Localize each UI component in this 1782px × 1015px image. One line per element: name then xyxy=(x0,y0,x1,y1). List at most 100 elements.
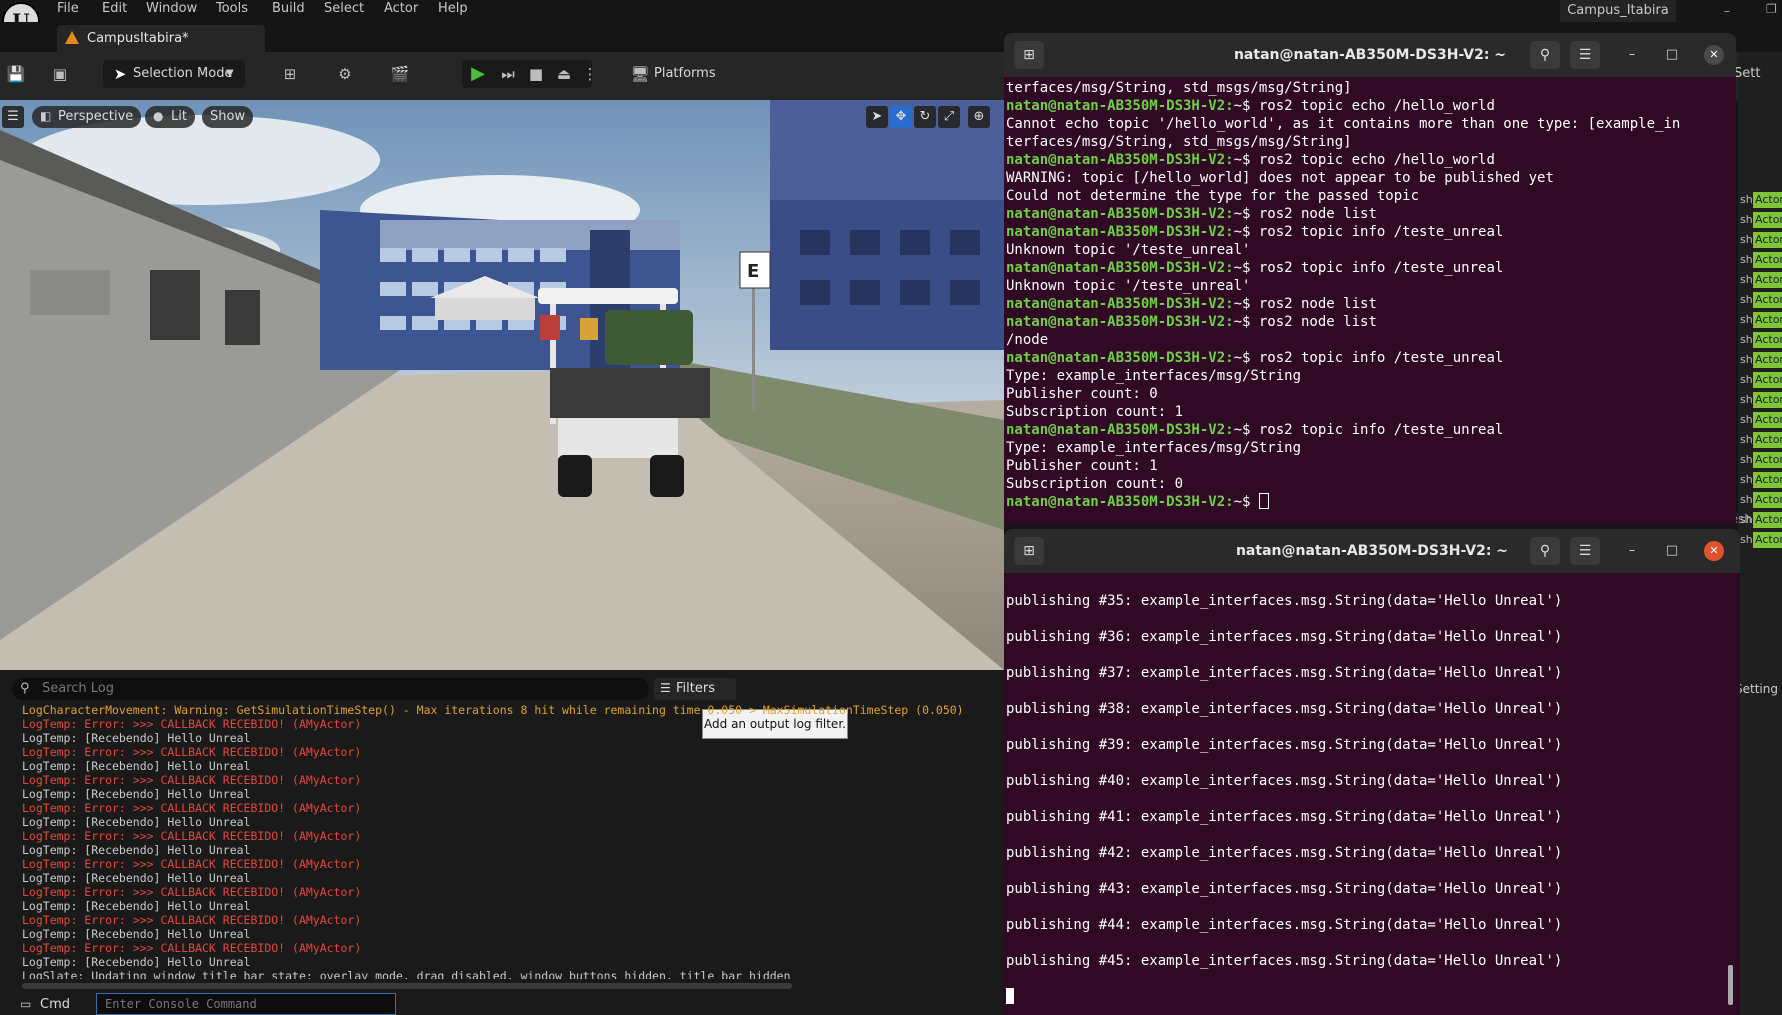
log-line: LogTemp: Error: >>> CALLBACK RECEBIDO! (… xyxy=(22,773,362,787)
publish-line: publishing #42: example_interfaces.msg.S… xyxy=(1006,845,1563,861)
terminal-line: natan@natan-AB350M-DS3H-V2:~$ ros2 topic… xyxy=(1006,151,1736,169)
menu-select[interactable]: Select xyxy=(324,0,364,18)
actor-type-cell[interactable]: Actor xyxy=(1753,352,1782,368)
search-log-input[interactable]: Search Log xyxy=(12,678,649,700)
show-button[interactable]: Show xyxy=(202,106,254,128)
minimize-icon[interactable]: – xyxy=(1624,543,1640,559)
save-icon[interactable]: 💾 xyxy=(6,64,26,84)
new-tab-icon[interactable]: ⊞ xyxy=(1014,41,1044,69)
actor-type-cell[interactable]: Actor xyxy=(1753,432,1782,448)
new-tab-icon[interactable]: ⊞ xyxy=(1014,537,1044,565)
actor-type-cell[interactable]: Actor xyxy=(1753,392,1782,408)
actor-type-cell[interactable]: Actor xyxy=(1753,492,1782,508)
terminal-line: natan@natan-AB350M-DS3H-V2:~$ ros2 node … xyxy=(1006,205,1736,223)
actor-type-cell[interactable]: Actor xyxy=(1753,332,1782,348)
log-scrollbar[interactable] xyxy=(22,983,792,989)
text-cursor xyxy=(1006,988,1014,1004)
search-icon[interactable]: ⚲ xyxy=(1530,537,1560,565)
terminal-text: Could not determine the type for the pas… xyxy=(1006,188,1420,204)
window-restore-icon[interactable]: ❐ xyxy=(1766,2,1780,16)
close-icon[interactable]: ✕ xyxy=(1704,45,1724,65)
add-actor-icon[interactable]: ⊞ xyxy=(280,64,300,84)
actor-type-cell[interactable]: Actor xyxy=(1753,512,1782,528)
select-tool-icon[interactable]: ➤ xyxy=(866,106,888,128)
close-icon[interactable]: ✕ xyxy=(1704,541,1724,561)
sign-pole xyxy=(752,280,755,410)
terminal-bottom[interactable]: natan@natan-AB350M-DS3H-V2: ~ ⊞ ⚲ ☰ – □ … xyxy=(1004,529,1740,1015)
terminal-line: WARNING: topic [/hello_world] does not a… xyxy=(1006,169,1736,187)
log-line: LogTemp: Error: >>> CALLBACK RECEBIDO! (… xyxy=(22,829,362,843)
rotate-tool-icon[interactable]: ↻ xyxy=(914,106,936,128)
stop-icon[interactable]: ■ xyxy=(526,64,546,84)
content-browser-icon[interactable]: ▣ xyxy=(50,64,70,84)
terminal-line: Could not determine the type for the pas… xyxy=(1006,187,1736,205)
terminal-text: Unknown topic '/teste_unreal' xyxy=(1006,278,1251,294)
more-options-icon[interactable]: ⋮ xyxy=(580,64,600,84)
actor-type-cell[interactable]: Actor xyxy=(1753,192,1782,208)
menu-window[interactable]: Window xyxy=(146,0,197,18)
publish-line: publishing #45: example_interfaces.msg.S… xyxy=(1006,953,1563,969)
menu-build[interactable]: Build xyxy=(272,0,305,18)
terminal-line: terfaces/msg/String, std_msgs/msg/String… xyxy=(1006,133,1736,151)
actor-type-cell[interactable]: Actor xyxy=(1753,292,1782,308)
actor-row-prefix: sh xyxy=(1740,353,1753,366)
terminal-line: natan@natan-AB350M-DS3H-V2:~$ ros2 topic… xyxy=(1006,421,1736,439)
terminal-top[interactable]: natan@natan-AB350M-DS3H-V2: ~ ⊞ ⚲ ☰ – □ … xyxy=(1004,33,1736,525)
minimize-icon[interactable]: – xyxy=(1624,47,1640,63)
terminal-line: Subscription count: 1 xyxy=(1006,403,1736,421)
search-icon[interactable]: ⚲ xyxy=(1530,41,1560,69)
terminal-text: Type: example_interfaces/msg/String xyxy=(1006,368,1302,384)
actor-type-cell[interactable]: Actor xyxy=(1753,212,1782,228)
blue-building-band xyxy=(380,220,680,250)
menu-help[interactable]: Help xyxy=(438,0,468,18)
console-command-input[interactable]: Enter Console Command xyxy=(96,993,396,1015)
window-minimize-icon[interactable]: – xyxy=(1724,4,1738,18)
menu-tools[interactable]: Tools xyxy=(216,0,248,18)
actor-type-cell[interactable]: Actor xyxy=(1753,472,1782,488)
publish-line: publishing #43: example_interfaces.msg.S… xyxy=(1006,881,1563,897)
publish-line: publishing #44: example_interfaces.msg.S… xyxy=(1006,917,1563,933)
settings-label[interactable]: Setting xyxy=(1735,682,1782,698)
actor-type-cell[interactable]: Actor xyxy=(1753,272,1782,288)
actor-row-prefix: sh xyxy=(1740,293,1753,306)
viewport-menu-icon[interactable]: ☰ xyxy=(2,106,24,128)
maximize-icon[interactable]: □ xyxy=(1664,47,1680,63)
actor-type-cell[interactable]: Actor xyxy=(1753,452,1782,468)
menu-actor[interactable]: Actor xyxy=(384,0,418,18)
translate-tool-icon[interactable]: ✥ xyxy=(890,106,912,128)
actor-type-cell[interactable]: Actor xyxy=(1753,372,1782,388)
passenger xyxy=(580,318,598,340)
hamburger-menu-icon[interactable]: ☰ xyxy=(1570,41,1600,69)
step-icon[interactable]: ⏭ xyxy=(498,64,518,84)
actor-type-cell[interactable]: Actor xyxy=(1753,232,1782,248)
settings-label-top[interactable]: Sett xyxy=(1734,66,1782,82)
terminal-scrollbar[interactable] xyxy=(1728,965,1733,1005)
scale-tool-icon[interactable]: ⤢ xyxy=(938,106,960,128)
terminal-line: natan@natan-AB350M-DS3H-V2:~$ xyxy=(1006,493,1736,511)
terminal-line: Cannot echo topic '/hello_world', as it … xyxy=(1006,115,1736,133)
terminal-text: ~$ ros2 topic info /teste_unreal xyxy=(1233,260,1504,276)
actor-type-cell[interactable]: Actor xyxy=(1753,412,1782,428)
eject-icon[interactable]: ⏏ xyxy=(554,64,574,84)
hamburger-menu-icon[interactable]: ☰ xyxy=(1570,537,1600,565)
menu-edit[interactable]: Edit xyxy=(102,0,127,18)
play-icon[interactable]: ▶ xyxy=(468,64,488,84)
actor-type-cell[interactable]: Actor xyxy=(1753,532,1782,548)
blueprint-icon[interactable]: ⚙ xyxy=(335,64,355,84)
actor-type-cell[interactable]: Actor xyxy=(1753,252,1782,268)
menu-file[interactable]: File xyxy=(57,0,79,18)
cinematics-icon[interactable]: 🎬 xyxy=(390,64,410,84)
terminal-line: Type: example_interfaces/msg/String xyxy=(1006,439,1736,457)
log-line: LogTemp: [Recebendo] Hello Unreal xyxy=(22,815,251,829)
log-line: LogTemp: [Recebendo] Hello Unreal xyxy=(22,787,251,801)
actor-row-prefix: sh xyxy=(1740,213,1753,226)
log-line: LogTemp: [Recebendo] Hello Unreal xyxy=(22,955,251,969)
terminal-text: ~$ ros2 node list xyxy=(1233,296,1377,312)
level-viewport[interactable]: E xyxy=(0,100,1004,670)
terminal-text: ~$ ros2 topic info /teste_unreal xyxy=(1233,422,1504,438)
maximize-icon[interactable]: □ xyxy=(1664,543,1680,559)
world-space-icon[interactable]: ⊕ xyxy=(968,106,990,128)
actor-type-cell[interactable]: Actor xyxy=(1753,312,1782,328)
terminal-line: natan@natan-AB350M-DS3H-V2:~$ ros2 topic… xyxy=(1006,97,1736,115)
level-tab[interactable]: CampusItabira* xyxy=(57,25,265,52)
